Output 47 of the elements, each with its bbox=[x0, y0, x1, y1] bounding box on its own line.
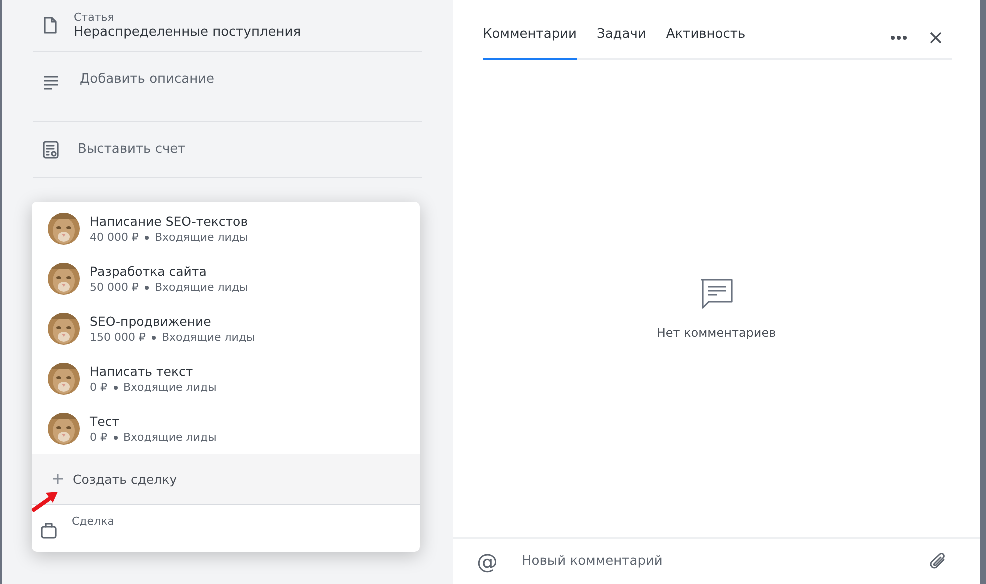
deal-stage: Входящие лиды bbox=[154, 231, 248, 244]
paperclip-icon[interactable] bbox=[930, 552, 948, 570]
deal-title: Написать текст bbox=[90, 364, 194, 379]
deal-title: Разработка сайта bbox=[90, 264, 208, 279]
deal-amount: 40 000 ₽ bbox=[90, 231, 139, 244]
deal-option[interactable]: Написать текст 0 ₽ Входящие лиды bbox=[32, 354, 420, 404]
separator-dot bbox=[114, 386, 118, 390]
comment-icon bbox=[700, 278, 734, 310]
deal-amount: 50 000 ₽ bbox=[90, 281, 139, 294]
field-value: Нераспределенные поступления bbox=[74, 25, 302, 40]
plus-icon bbox=[52, 473, 64, 485]
action-link[interactable]: Выставить счет bbox=[78, 142, 186, 157]
separator-dot bbox=[144, 236, 149, 240]
deal-stage: Входящие лиды bbox=[162, 331, 256, 344]
deal-title: Написание SEO-текстов bbox=[90, 214, 248, 229]
deal-amount: 0 ₽ bbox=[90, 431, 108, 444]
deal-option[interactable]: SEO-продвижение 150 000 ₽ Входящие лиды bbox=[32, 304, 420, 354]
close-icon[interactable] bbox=[930, 32, 942, 44]
more-icon[interactable] bbox=[890, 34, 908, 40]
create-deal-button[interactable]: Создать сделку bbox=[32, 454, 420, 505]
deal-stage: Входящие лиды bbox=[124, 381, 217, 394]
separator-dot bbox=[152, 336, 156, 340]
deal-title: SEO-продвижение bbox=[90, 314, 212, 329]
field-label: Сделка bbox=[72, 515, 114, 528]
invoice-icon bbox=[43, 140, 59, 158]
deal-stage: Входящие лиды bbox=[154, 281, 248, 294]
tab[interactable]: Активность bbox=[666, 17, 746, 60]
briefcase-icon bbox=[41, 522, 57, 539]
mention-button[interactable]: @ bbox=[477, 550, 497, 574]
deal-option[interactable]: Тест 0 ₽ Входящие лиды bbox=[32, 404, 420, 454]
deal-stage: Входящие лиды bbox=[124, 431, 217, 444]
tab[interactable]: Комментарии bbox=[483, 17, 577, 60]
document-icon bbox=[43, 17, 58, 34]
deal-amount: 150 000 ₽ bbox=[90, 331, 146, 344]
deal-option[interactable]: Разработка сайта 50 000 ₽ Входящие лиды bbox=[32, 254, 420, 304]
empty-message: Нет комментариев bbox=[656, 326, 776, 340]
deal-amount: 0 ₽ bbox=[90, 381, 108, 394]
comment-field[interactable]: Новый комментарий bbox=[520, 553, 930, 570]
tab[interactable]: Задачи bbox=[596, 17, 646, 60]
separator-dot bbox=[144, 286, 149, 290]
deal-title: Тест bbox=[90, 414, 120, 429]
deal-option[interactable]: Написание SEO-текстов 40 000 ₽ Входящие лиды bbox=[32, 204, 420, 254]
separator-dot bbox=[114, 436, 118, 440]
action-link[interactable]: Добавить описание bbox=[80, 72, 215, 87]
annotation-arrow bbox=[32, 492, 58, 512]
field-label: Статья bbox=[74, 11, 116, 24]
text-lines-icon bbox=[43, 75, 59, 90]
